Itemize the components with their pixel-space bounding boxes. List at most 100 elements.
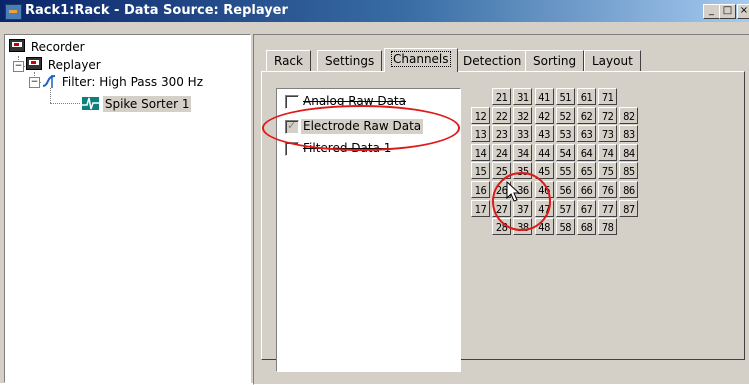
channel-button-44[interactable]: 44	[534, 143, 554, 161]
channel-button-71[interactable]: 71	[598, 88, 618, 105]
channel-button-15[interactable]: 15	[471, 162, 490, 180]
channel-button-31[interactable]: 31	[513, 88, 533, 105]
channel-button-82[interactable]: 82	[619, 106, 639, 124]
spike-sorter-icon	[82, 97, 99, 110]
channel-label: 66	[580, 184, 593, 197]
channel-button-63[interactable]: 63	[577, 125, 596, 143]
channel-button-22[interactable]: 22	[492, 106, 512, 124]
channel-button-42[interactable]: 42	[534, 106, 554, 124]
app-icon	[5, 4, 22, 20]
checkbox-checked[interactable]	[285, 119, 299, 134]
channel-label: 67	[580, 202, 593, 216]
channel-button-75[interactable]: 75	[598, 162, 618, 180]
channel-button-52[interactable]: 52	[555, 106, 575, 124]
channel-button-48[interactable]: 48	[534, 218, 554, 236]
channel-button-45[interactable]: 45	[534, 162, 554, 180]
channel-button-33[interactable]: 33	[513, 125, 533, 143]
tab-sorting[interactable]: Sorting	[525, 50, 585, 71]
channel-button-83[interactable]: 83	[619, 125, 639, 143]
channel-button-86[interactable]: 86	[619, 181, 639, 198]
channel-button-66[interactable]: 66	[577, 181, 596, 198]
tab-label: Settings	[325, 54, 375, 68]
channel-button-47[interactable]: 47	[534, 199, 554, 217]
tree-node-label: Spike Sorter 1	[102, 96, 192, 112]
maximize-button[interactable]: □	[719, 4, 736, 19]
tab-detection[interactable]: Detection	[455, 50, 530, 71]
channel-button-51[interactable]: 51	[555, 88, 575, 105]
channel-button-55[interactable]: 55	[555, 162, 575, 180]
channel-source-list[interactable]: Analog Raw Data Electrode Raw Data Filte…	[276, 88, 461, 372]
channel-button-14[interactable]: 14	[471, 143, 490, 161]
channel-button-84[interactable]: 84	[619, 143, 639, 161]
checkbox[interactable]	[285, 95, 299, 109]
channel-button-35[interactable]: 35	[513, 162, 533, 180]
channel-button-25[interactable]: 25	[492, 162, 512, 180]
tree-node-spike-sorter[interactable]: Spike Sorter 1	[82, 96, 192, 112]
channel-button-58[interactable]: 58	[555, 218, 575, 236]
channel-label: 14	[474, 146, 487, 160]
tree-node-label: Recorder	[30, 40, 85, 54]
channel-label: 37	[517, 202, 529, 216]
channel-button-56[interactable]: 56	[555, 181, 575, 198]
tab-label: Channels	[391, 51, 451, 67]
channel-label: 24	[495, 146, 508, 160]
channel-button-21[interactable]: 21	[492, 88, 512, 105]
collapse-toggle[interactable]: −	[29, 77, 40, 88]
channel-button-74[interactable]: 74	[598, 143, 618, 161]
channel-button-78[interactable]: 78	[598, 218, 618, 236]
channel-button-43[interactable]: 43	[534, 125, 554, 143]
filter-icon	[42, 75, 56, 88]
tree-node-replayer[interactable]: Replayer	[26, 57, 103, 73]
channel-button-64[interactable]: 64	[577, 143, 596, 161]
close-button[interactable]: ×	[737, 4, 749, 19]
channel-button-68[interactable]: 68	[577, 218, 596, 236]
channel-button-57[interactable]: 57	[555, 199, 575, 217]
channel-button-67[interactable]: 67	[577, 199, 596, 217]
channel-button-46[interactable]: 46	[534, 181, 554, 198]
channel-button-54[interactable]: 54	[555, 143, 575, 161]
channel-button-77[interactable]: 77	[598, 199, 618, 217]
recorder-icon	[26, 57, 42, 70]
channel-label: 27	[495, 202, 508, 216]
channel-button-41[interactable]: 41	[534, 88, 554, 105]
rack-tree[interactable]: Recorder − Replayer − Filter: High Pass …	[4, 34, 251, 383]
checkbox[interactable]	[285, 142, 299, 156]
minimize-button[interactable]: _	[703, 4, 720, 19]
channel-button-16[interactable]: 16	[471, 181, 490, 198]
title-bar[interactable]: Rack1:Rack - Data Source: Replayer _ □ ×	[0, 0, 749, 22]
tab-label: Sorting	[533, 54, 577, 68]
channel-button-85[interactable]: 85	[619, 162, 639, 180]
tree-node-recorder[interactable]: Recorder	[9, 39, 87, 55]
channel-label: 15	[474, 165, 487, 179]
tab-channels[interactable]: Channels	[384, 48, 458, 72]
tab-settings[interactable]: Settings	[317, 50, 383, 71]
channel-button-17[interactable]: 17	[471, 199, 490, 217]
channel-label: 34	[517, 146, 529, 160]
recorder-icon	[9, 39, 25, 52]
channel-button-32[interactable]: 32	[513, 106, 533, 124]
channel-label: 43	[538, 128, 550, 142]
tab-layout[interactable]: Layout	[584, 50, 641, 71]
channel-button-53[interactable]: 53	[555, 125, 575, 143]
channel-button-72[interactable]: 72	[598, 106, 618, 124]
channel-button-65[interactable]: 65	[577, 162, 596, 180]
channel-button-12[interactable]: 12	[471, 106, 490, 124]
channel-button-87[interactable]: 87	[619, 199, 639, 217]
channel-button-62[interactable]: 62	[577, 106, 596, 124]
channel-button-73[interactable]: 73	[598, 125, 618, 143]
channel-button-34[interactable]: 34	[513, 143, 533, 161]
channel-label: 64	[580, 146, 593, 160]
channel-button-13[interactable]: 13	[471, 125, 490, 143]
tree-node-filter[interactable]: Filter: High Pass 300 Hz	[42, 74, 205, 90]
channel-label: 82	[623, 109, 635, 123]
mouse-cursor-icon	[506, 181, 521, 202]
channel-button-76[interactable]: 76	[598, 181, 618, 198]
tab-rack[interactable]: Rack	[266, 50, 311, 71]
channel-button-24[interactable]: 24	[492, 143, 512, 161]
channel-button-23[interactable]: 23	[492, 125, 512, 143]
collapse-toggle[interactable]: −	[13, 61, 24, 72]
channel-button-61[interactable]: 61	[577, 88, 596, 105]
channel-label: 22	[495, 109, 508, 123]
channel-button-28[interactable]: 28	[492, 218, 512, 236]
channel-button-38[interactable]: 38	[513, 218, 533, 236]
